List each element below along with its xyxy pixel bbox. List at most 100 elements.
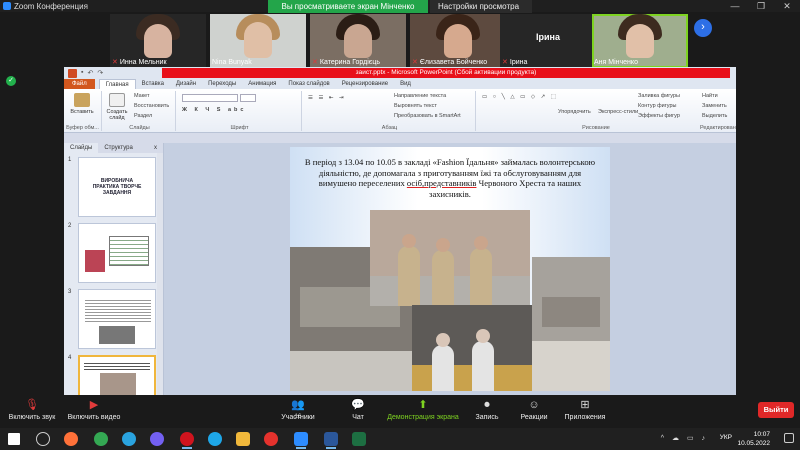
tab-home[interactable]: Главная <box>98 78 136 90</box>
smile-icon: ☺ <box>528 399 540 411</box>
zoom-taskbar-icon[interactable] <box>294 432 308 449</box>
text-direction-button[interactable]: Направление текста <box>394 93 446 99</box>
participant-name: Катерина Гордієць <box>319 58 381 66</box>
paste-button[interactable]: Вставить <box>70 93 94 115</box>
slide-thumbnail-selected[interactable]: 4 <box>68 355 160 395</box>
font-format-buttons[interactable]: Ж К Ч S abc <box>182 107 246 113</box>
font-name-select[interactable] <box>182 94 238 102</box>
find-button[interactable]: Найти <box>702 93 718 99</box>
paragraph-group: ☰ ☰ ⇤ ⇥ Направление текста Выровнять тек… <box>304 91 476 131</box>
reset-button[interactable]: Восстановить <box>134 103 169 109</box>
shape-effects-button[interactable]: Эффекты фигур <box>638 113 680 119</box>
slides-group: Создать слайд Макет Восстановить Раздел … <box>104 91 176 131</box>
excel-icon[interactable] <box>352 432 366 446</box>
ppt-ribbon: Вставить Буфер обм... Создать слайд Маке… <box>64 89 736 133</box>
firefox-icon[interactable] <box>64 432 78 446</box>
notifications-icon[interactable] <box>784 433 794 443</box>
tab-transitions[interactable]: Переходы <box>202 79 242 89</box>
tab-slides[interactable]: Слайды <box>64 143 99 153</box>
search-icon[interactable] <box>36 432 50 446</box>
drawing-group: ▭ ○ ╲ △ ▭ ◇ ↗ ⬚ Упорядочить Экспресс-сти… <box>482 93 681 131</box>
record-button[interactable]: ⏺ Запись <box>470 399 504 421</box>
unmute-button[interactable]: 🎙 Включить звук <box>4 399 60 421</box>
replace-button[interactable]: Заменить <box>702 103 727 109</box>
yandex-icon[interactable] <box>264 432 278 446</box>
tab-animation[interactable]: Анимация <box>242 79 282 89</box>
security-shield-icon[interactable]: ✓ <box>6 76 16 86</box>
view-options-button[interactable]: Настройки просмотра ⌄ <box>430 0 532 24</box>
list-buttons[interactable]: ☰ ☰ ⇤ ⇥ <box>308 95 346 101</box>
reactions-button[interactable]: ☺ Реакции <box>516 399 552 421</box>
close-pane-icon[interactable]: x <box>148 143 163 153</box>
slide-thumbnail[interactable]: 2 <box>68 223 160 285</box>
layout-button[interactable]: Макет <box>134 93 150 99</box>
tab-file[interactable]: Файл <box>64 79 95 89</box>
chat-icon: 💬 <box>351 399 365 411</box>
tab-design[interactable]: Дизайн <box>170 79 202 89</box>
mic-muted-icon: ✕ <box>412 59 418 66</box>
participants-button[interactable]: 👥16 Участники <box>276 399 320 421</box>
tab-insert[interactable]: Вставка <box>136 79 170 89</box>
smartart-button[interactable]: Преобразовать в SmartArt <box>394 113 461 119</box>
language-indicator[interactable]: УКР <box>720 434 732 441</box>
telegram-icon[interactable] <box>122 432 136 446</box>
participant-tile[interactable]: ✕ Єлизавета Бойченко <box>410 14 506 68</box>
start-icon[interactable] <box>8 433 20 445</box>
shape-outline-button[interactable]: Контур фигуры <box>638 103 676 109</box>
redo-icon[interactable]: ↷ <box>97 69 103 78</box>
share-screen-button[interactable]: ⬆ Демонстрация экрана <box>384 399 462 421</box>
mic-muted-icon: ✕ <box>312 59 318 66</box>
clock[interactable]: 10:07 10.05.2022 <box>737 430 770 448</box>
mic-muted-icon: ✕ <box>112 59 118 66</box>
system-tray-icons[interactable]: ^ ☁ ▭ ♪ <box>661 434 708 442</box>
edge-icon[interactable] <box>208 432 222 446</box>
next-page-button[interactable]: › <box>694 19 712 37</box>
share-screen-icon: ⬆ <box>418 399 428 411</box>
font-size-select[interactable] <box>240 94 256 102</box>
shape-fill-button[interactable]: Заливка фигуры <box>638 93 680 99</box>
shapes-gallery[interactable]: ▭ ○ ╲ △ ▭ ◇ ↗ ⬚ <box>482 94 558 100</box>
participant-tile[interactable]: ✕ Инна Мельник <box>110 14 206 68</box>
maximize-button[interactable]: ❐ <box>748 0 774 12</box>
participant-name: Ірина <box>509 58 528 66</box>
powerpoint-icon <box>68 68 77 78</box>
align-text-button[interactable]: Выровнять текст <box>394 103 437 109</box>
participant-tile[interactable]: Nina Bunyak <box>210 14 306 68</box>
word-icon[interactable] <box>324 432 338 449</box>
tab-outline[interactable]: Структура <box>98 143 138 153</box>
opera-icon[interactable] <box>180 432 194 449</box>
close-button[interactable]: ✕ <box>774 0 800 12</box>
tab-slideshow[interactable]: Показ слайдов <box>282 79 335 89</box>
viber-icon[interactable] <box>150 432 164 446</box>
slides-scrollbar[interactable] <box>157 153 163 395</box>
select-button[interactable]: Выделить <box>702 113 727 119</box>
view-options-label: Настройки просмотра <box>438 2 520 11</box>
tab-view[interactable]: Вид <box>394 79 417 89</box>
minimize-button[interactable]: — <box>722 0 748 12</box>
tab-review[interactable]: Рецензирование <box>336 79 394 89</box>
apps-button[interactable]: ⊞ Приложения <box>560 399 610 421</box>
participant-name: Аня Мінченко <box>594 59 638 66</box>
record-icon: ⏺ <box>484 399 490 411</box>
new-slide-button[interactable]: Создать слайд <box>106 93 128 121</box>
team-photo <box>370 210 530 306</box>
participant-tile[interactable]: ✕ Катерина Гордієць <box>310 14 406 68</box>
apps-icon: ⊞ <box>580 399 590 411</box>
save-icon[interactable]: ▪ <box>81 69 83 78</box>
arrange-button[interactable]: Упорядочить <box>558 109 591 115</box>
start-video-button[interactable]: ▶ Включить видео <box>64 399 124 421</box>
undo-icon[interactable]: ↶ <box>87 69 93 78</box>
chat-button[interactable]: 💬 Чат <box>344 399 372 421</box>
participant-tile[interactable]: Ірина ✕ Ірина <box>500 14 596 68</box>
slide-thumbnail[interactable]: 1 ВИРОБНИЧА ПРАКТИКА ТВОРЧЕ ЗАВДАННЯ <box>68 157 160 219</box>
current-slide[interactable]: В період з 13.04 по 10.05 в закладі «Fas… <box>290 147 610 391</box>
clipboard-group: Вставить Буфер обм... <box>64 91 102 131</box>
participant-tile-active-speaker[interactable]: Аня Мінченко <box>592 14 688 68</box>
chrome-icon[interactable] <box>94 432 108 446</box>
quick-styles-button[interactable]: Экспресс-стили <box>598 109 638 115</box>
section-button[interactable]: Раздел <box>134 113 152 119</box>
ppt-window-title: заист.pptx - Microsoft PowerPoint (Сбой … <box>162 68 730 78</box>
file-explorer-icon[interactable] <box>236 432 250 446</box>
slide-thumbnail[interactable]: 3 <box>68 289 160 351</box>
leave-button[interactable]: Выйти <box>758 402 794 418</box>
